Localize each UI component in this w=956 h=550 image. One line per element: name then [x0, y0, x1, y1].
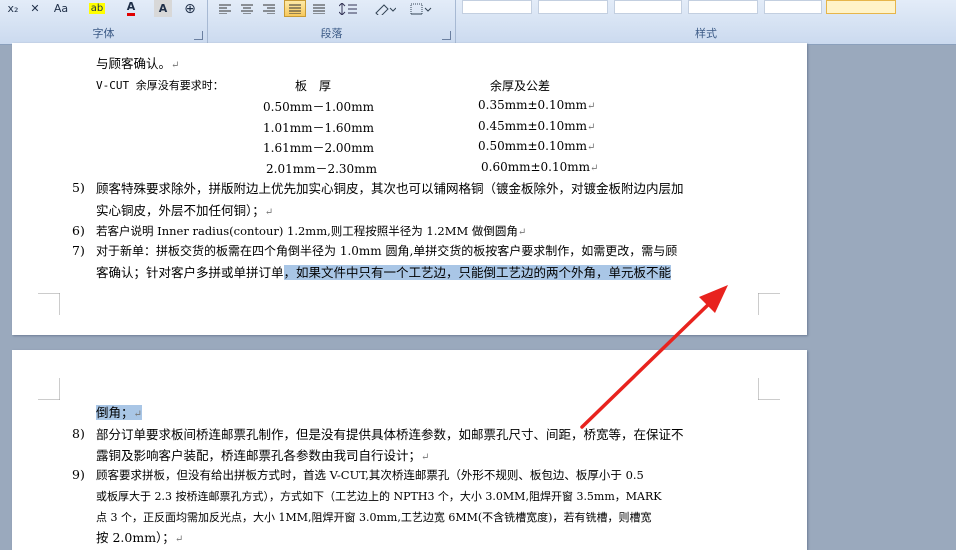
table-cell-thickness: 1.61mm－2.00mm [263, 141, 374, 155]
change-case-button[interactable]: Aa [48, 0, 74, 17]
table-cell-tolerance: 0.50mm±0.10mm↵ [478, 139, 596, 153]
selected-text[interactable]: ，如果文件中只有一个工艺边，只能倒工艺边的两个外角，单元板不能 [283, 265, 672, 280]
styles-group: 样式 [456, 0, 956, 44]
style-gallery-item-1[interactable] [462, 0, 532, 14]
align-right-icon [263, 4, 275, 14]
align-left-button[interactable] [216, 0, 234, 17]
table-cell-thickness: 2.01mm－2.30mm [266, 162, 377, 176]
justify-button[interactable] [284, 0, 306, 17]
page-1[interactable]: 与顾客确认。↵ V-CUT 余厚没有要求时： 板 厚 余厚及公差 0.50mm－… [12, 43, 807, 335]
char-shading-button[interactable]: A [154, 0, 172, 17]
align-left-icon [219, 4, 231, 14]
font-color-icon: A [126, 1, 136, 16]
text-line: 倒角；↵ [96, 404, 142, 423]
table-cell-thickness: 1.01mm－1.60mm [263, 121, 374, 135]
justify-icon [289, 4, 301, 14]
text-line: 露铜及影响客户装配，桥连邮票孔各参数由我司自行设计；↵ [96, 448, 430, 463]
borders-button[interactable] [406, 0, 436, 17]
distribute-button[interactable] [310, 0, 328, 17]
corner-mark [758, 378, 780, 400]
line-spacing-icon [339, 2, 357, 15]
text-line: 对于新单：拼板交货的板需在四个角倒半径为 1.0mm 圆角,单拼交货的板按客户要… [96, 244, 678, 258]
style-gallery-item-selected[interactable] [826, 0, 896, 14]
table-cell-thickness: 0.50mm－1.00mm [263, 100, 374, 114]
font-dialog-launcher-icon[interactable] [194, 31, 203, 40]
ribbon: x₂ ✕ Aa ab A A ⊕ 字体 段落 样式 [0, 0, 956, 45]
corner-mark [38, 293, 60, 315]
list-number: 6) [72, 223, 85, 238]
enclose-char-button[interactable]: ⊕ [180, 0, 200, 17]
highlight-button[interactable]: ab [82, 0, 112, 17]
text-line: 点 3 个，正反面均需加反光点，大小 1MM,阻焊开窗 3.0mm,工艺边宽 6… [96, 511, 652, 524]
list-number: 7) [72, 243, 85, 258]
text-line: 或板厚大于 2.3 按桥连邮票孔方式），方式如下（工艺边上的 NPTH3 个，大… [96, 490, 662, 503]
align-right-button[interactable] [260, 0, 278, 17]
font-group-label: 字体 [92, 27, 115, 40]
style-gallery-item-4[interactable] [688, 0, 758, 14]
style-gallery-item-5[interactable] [764, 0, 822, 14]
table-cell-tolerance: 0.45mm±0.10mm↵ [478, 119, 596, 133]
text-line: 若客户说明 Inner radius(contour) 1.2mm,则工程按照半… [96, 224, 527, 238]
page-2[interactable]: 倒角；↵ 8) 部分订单要求板间桥连邮票孔制作，但是没有提供具体桥连参数，如邮票… [12, 350, 807, 550]
table-header-thickness: 板 厚 [295, 79, 332, 93]
shading-icon [375, 3, 396, 15]
style-gallery-item-2[interactable] [538, 0, 608, 14]
text-line: 实心铜皮，外层不加任何铜）；↵ [96, 203, 274, 218]
highlight-icon: ab [88, 3, 106, 14]
text-line: V-CUT 余厚没有要求时： [96, 79, 224, 92]
font-group: x₂ ✕ Aa ab A A ⊕ 字体 [0, 0, 208, 44]
paragraph-group: 段落 [208, 0, 456, 44]
style-gallery-item-3[interactable] [614, 0, 682, 14]
corner-mark [38, 378, 60, 400]
clear-format-button[interactable]: ✕ [26, 0, 44, 17]
table-cell-tolerance: 0.60mm±0.10mm↵ [481, 160, 599, 174]
table-cell-tolerance: 0.35mm±0.10mm↵ [478, 98, 596, 112]
table-header-tolerance: 余厚及公差 [490, 79, 551, 93]
paragraph-group-label: 段落 [320, 27, 343, 40]
borders-icon [410, 3, 432, 14]
list-number: 9) [72, 467, 85, 482]
subscript-button[interactable]: x₂ [4, 0, 22, 17]
align-center-button[interactable] [238, 0, 256, 17]
text-line: 与顾客确认。↵ [96, 56, 180, 71]
list-number: 5) [72, 180, 85, 195]
text-line: 客确认；针对客户多拼或单拼订单，如果文件中只有一个工艺边，只能倒工艺边的两个外角… [96, 265, 672, 280]
text-line: 顾客要求拼板，但没有给出拼板方式时，首选 V-CUT,其次桥连邮票孔（外形不规则… [96, 468, 644, 482]
text-line: 部分订单要求板间桥连邮票孔制作，但是没有提供具体桥连参数，如邮票孔尺寸、间距，桥… [96, 427, 684, 442]
corner-mark [758, 293, 780, 315]
font-color-button[interactable]: A [116, 0, 146, 17]
document-area[interactable]: 与顾客确认。↵ V-CUT 余厚没有要求时： 板 厚 余厚及公差 0.50mm－… [0, 43, 956, 550]
shading-button[interactable] [370, 0, 400, 17]
paragraph-dialog-launcher-icon[interactable] [442, 31, 451, 40]
distribute-icon [313, 4, 325, 14]
line-spacing-button[interactable] [336, 0, 364, 17]
styles-group-label: 样式 [695, 27, 717, 40]
align-center-icon [241, 4, 253, 14]
list-number: 8) [72, 426, 85, 441]
selected-text[interactable]: 倒角；↵ [96, 405, 142, 420]
text-line: 按 2.0mm）；↵ [96, 530, 184, 545]
text-line: 顾客特殊要求除外，拼版附边上优先加实心铜皮，其次也可以铺网格铜（镀金板除外，对镀… [96, 181, 684, 196]
